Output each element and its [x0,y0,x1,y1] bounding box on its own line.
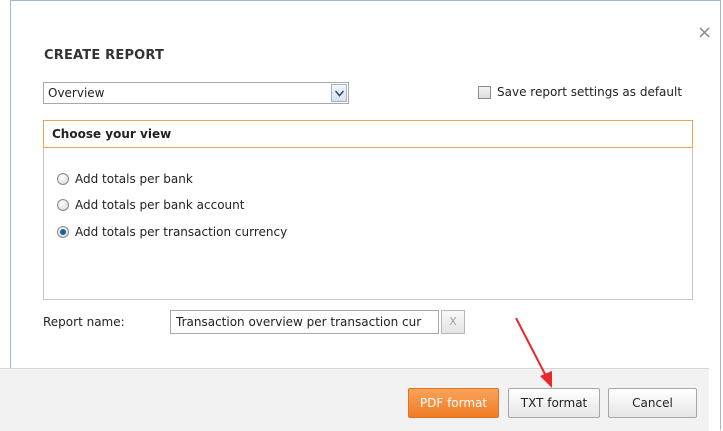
radio-option-bank-account[interactable]: Add totals per bank account [57,198,244,212]
save-default-label: Save report settings as default [497,85,683,99]
choose-view-header: Choose your view [43,120,693,148]
dialog-footer [0,368,709,431]
cancel-button[interactable]: Cancel [608,388,697,418]
radio-transaction-currency[interactable] [57,226,69,238]
pdf-format-button[interactable]: PDF format [408,388,499,418]
save-default-checkbox-row[interactable]: Save report settings as default [478,85,682,99]
txt-format-button[interactable]: TXT format [508,388,600,418]
radio-transaction-currency-label: Add totals per transaction currency [75,225,288,239]
report-type-select[interactable]: Overview [43,82,349,104]
radio-bank[interactable] [57,173,69,185]
chevron-down-icon[interactable] [331,84,347,102]
choose-view-panel: Choose your view Add totals per bank Add… [43,120,693,300]
radio-option-bank[interactable]: Add totals per bank [57,172,193,186]
clear-report-name-button[interactable]: X [441,310,465,334]
radio-option-transaction-currency[interactable]: Add totals per transaction currency [57,225,287,239]
radio-bank-label: Add totals per bank [75,172,193,186]
radio-bank-account-label: Add totals per bank account [75,198,245,212]
report-name-label: Report name: [43,315,125,329]
report-type-value: Overview [48,86,105,100]
dialog-title: CREATE REPORT [44,48,165,63]
save-default-checkbox[interactable] [478,85,491,99]
report-name-input[interactable]: Transaction overview per transaction cur [170,310,439,334]
close-icon[interactable]: × [697,24,712,42]
radio-bank-account[interactable] [57,199,69,211]
